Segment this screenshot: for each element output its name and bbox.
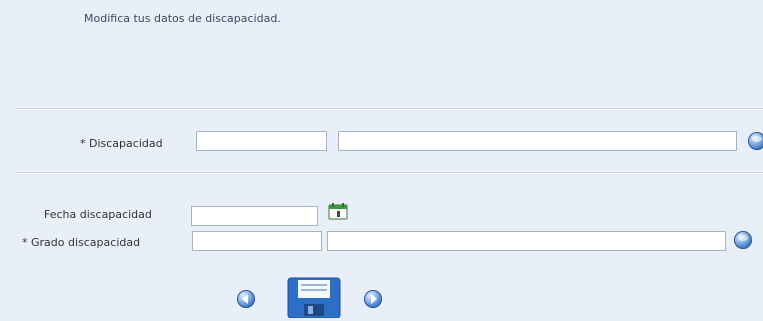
discapacidad-code-input[interactable] (196, 131, 327, 151)
calendar-icon (328, 203, 348, 220)
divider (14, 108, 763, 110)
fecha-label: Fecha discapacidad (44, 208, 152, 221)
discapacidad-description-input[interactable] (338, 131, 737, 151)
search-orb-icon (752, 136, 762, 142)
calendar-button[interactable] (328, 202, 348, 220)
divider (14, 172, 763, 174)
floppy-disk-icon (287, 277, 341, 319)
arrow-left-icon (242, 294, 248, 304)
grado-description-input[interactable] (327, 231, 726, 251)
next-button[interactable] (364, 290, 382, 308)
save-button[interactable] (286, 276, 342, 319)
arrow-right-icon (371, 294, 377, 304)
grado-code-input[interactable] (192, 231, 322, 251)
grado-lookup-button[interactable] (734, 231, 752, 249)
discapacidad-lookup-button[interactable] (748, 132, 763, 150)
discapacidad-label: * Discapacidad (80, 137, 163, 150)
grado-label: * Grado discapacidad (22, 236, 141, 249)
fecha-input[interactable] (191, 206, 318, 226)
search-orb-icon (738, 235, 748, 241)
intro-text: Modifica tus datos de discapacidad. (84, 12, 281, 25)
prev-button[interactable] (237, 290, 255, 308)
